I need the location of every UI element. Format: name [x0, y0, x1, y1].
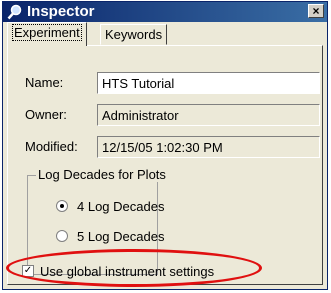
modified-label: Modified: — [25, 139, 78, 154]
radio-5-label: 5 Log Decades — [77, 229, 165, 244]
tab-keywords[interactable]: Keywords — [100, 24, 168, 45]
tab-keywords-label: Keywords — [105, 27, 163, 42]
inspector-window: Inspector × Experiment Keywords Name: HT… — [2, 1, 328, 290]
log-decades-title: Log Decades for Plots — [36, 167, 168, 182]
radio-button-selected[interactable] — [56, 200, 68, 212]
owner-field: Administrator — [97, 104, 320, 126]
owner-label: Owner: — [25, 107, 67, 122]
tab-experiment-label: Experiment — [12, 24, 82, 41]
title-bar[interactable]: Inspector × — [3, 2, 327, 22]
radio-button[interactable] — [56, 230, 68, 242]
highlight-ellipse — [6, 249, 262, 287]
name-label: Name: — [25, 75, 64, 90]
tab-experiment[interactable]: Experiment — [7, 22, 87, 46]
name-input[interactable]: HTS Tutorial — [97, 72, 320, 94]
magnifier-icon — [7, 4, 23, 20]
close-button[interactable]: × — [308, 4, 324, 18]
window-title: Inspector — [27, 3, 95, 20]
radio-4-label: 4 Log Decades — [77, 199, 165, 214]
modified-field: 12/15/05 1:02:30 PM — [97, 136, 320, 158]
